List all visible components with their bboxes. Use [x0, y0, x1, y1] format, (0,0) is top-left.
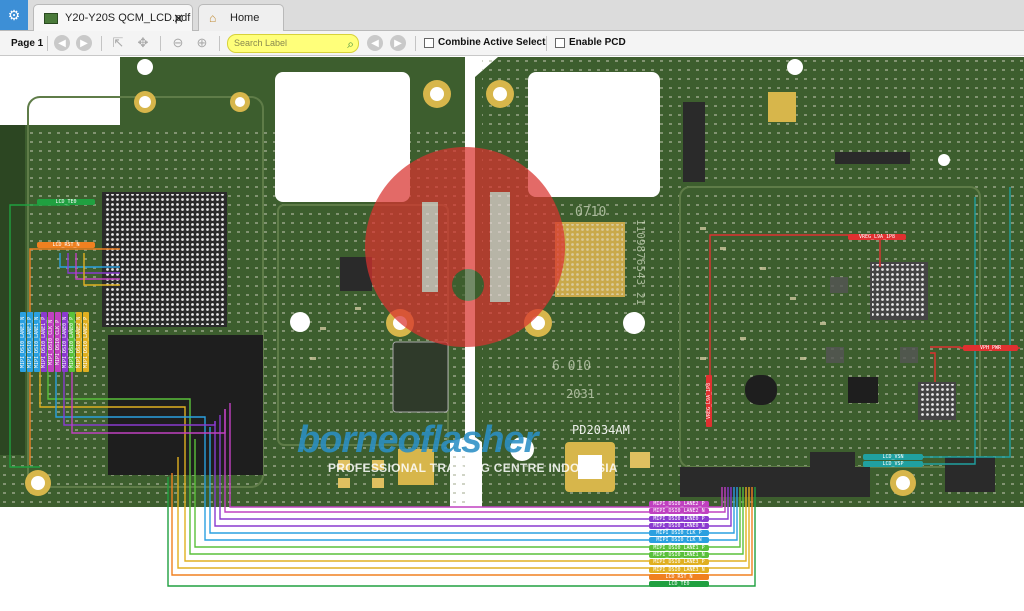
vlabel-lane1-p[interactable]: MIPI_DSI0_LANE1_P [41, 312, 47, 372]
forward-icon[interactable]: ▶ [76, 35, 92, 51]
sliders-icon: ⚙ [7, 6, 21, 23]
app-menu-button[interactable]: ⚙ [0, 0, 28, 30]
net-label-lane3-p[interactable]: MIPI_DSI0_LANE3_P [649, 559, 709, 566]
silkscreen-2031: 2031 [566, 387, 595, 401]
vlabel-lane0-n[interactable]: MIPI_DSI0_LANE0_N [62, 312, 68, 372]
vlabel-lane2-p[interactable]: MIPI_DSI0_LANE2_P [83, 312, 89, 372]
next-result-icon[interactable]: ▶ [390, 35, 406, 51]
mount-hole [290, 312, 310, 332]
camera-cutout [528, 72, 660, 197]
bottom-label-stack: MIPI_DSI0_LANE2_P MIPI_DSI0_LANE2_N MIPI… [649, 501, 709, 589]
combine-label: Combine Active Select [438, 37, 546, 48]
vlabel-clk-p[interactable]: MIPI_DSI0_CLK_P [55, 312, 61, 372]
net-label-lane1-p[interactable]: MIPI_DSI0_LANE1_P [649, 544, 709, 551]
left-edge-strip [0, 125, 25, 455]
vlabel-lane1-n[interactable]: MIPI_DSI0_LANE1_N [34, 312, 40, 372]
pcb-board-drawing [0, 57, 1024, 587]
mount-hole [623, 312, 645, 334]
net-label-clk-p[interactable]: MIPI_DSI0_CLK_P [649, 530, 709, 537]
tab-home-label: Home [230, 12, 260, 24]
toolbar-separator [160, 36, 161, 51]
home-icon: ⌂ [209, 10, 217, 25]
checkbox-box[interactable] [424, 37, 434, 48]
vlabel-lane3-n[interactable]: MIPI_DSI0_LANE3_N [20, 312, 26, 372]
tab-bar: ⚙ Y20-Y20S QCM_LCD.pdf ✕ ⌂ Home [0, 0, 1024, 31]
close-icon[interactable]: ✕ [173, 11, 184, 27]
watermark-subtitle: PROFESSIONAL TRAINING CENTRE INDONESIA [328, 461, 618, 475]
toolbar-separator [415, 36, 416, 51]
page-label: Page 1 [11, 38, 44, 49]
net-label-vreg-l9a[interactable]: VREG_L9A_1P8 [848, 234, 906, 240]
zoom-in-icon[interactable]: ⊕ [194, 35, 210, 51]
previous-result-icon[interactable]: ◀ [367, 35, 383, 51]
search-icon[interactable]: ⌕ [347, 36, 354, 53]
silkscreen-0710: 0710 [575, 205, 607, 220]
silkscreen-6010: 6 010 [552, 359, 592, 374]
connector-block [392, 341, 449, 413]
export-icon[interactable]: ⇱ [110, 35, 126, 51]
tab-home[interactable]: ⌂ Home [198, 4, 284, 31]
pcb-file-icon [44, 12, 58, 24]
net-label-clk-n[interactable]: MIPI_DSI0_CLK_N [649, 537, 709, 544]
silkscreen-board-id: PD2034AM [572, 423, 630, 437]
combine-active-select-checkbox[interactable]: Combine Active Select [424, 37, 545, 48]
toolbar-separator [47, 36, 48, 51]
toolbar: Page 1 ◀ ▶ ⇱ ✥ ⊖ ⊕ Search Label ⌕ ◀ ▶ Co… [0, 31, 1024, 56]
vlabel-vreg-l9a[interactable]: VREG_L9A_1P8 [706, 375, 712, 427]
enable-pcd-checkbox[interactable]: Enable PCD [555, 37, 626, 48]
net-label-lane2-p[interactable]: MIPI_DSI0_LANE2_P [649, 501, 709, 507]
tab-document[interactable]: Y20-Y20S QCM_LCD.pdf ✕ [33, 4, 193, 31]
silkscreen-serial: 1109876543 21 [634, 219, 647, 306]
net-label-lane1-n[interactable]: MIPI_DSI0_LANE1_N [649, 552, 709, 559]
vlabel-lane0-p[interactable]: MIPI_DSI0_LANE0_P [69, 312, 75, 372]
pcb-canvas[interactable]: 0710 1109876543 21 6 010 2031 PD2034AM b… [0, 57, 1024, 611]
net-label-lane3-n[interactable]: MIPI_DSI0_LANE3_N [649, 566, 709, 573]
tab-document-label: Y20-Y20S QCM_LCD.pdf [65, 12, 191, 24]
net-label-lcd-rst-n-bottom[interactable]: LCD_RST_N [649, 573, 709, 580]
zoom-out-icon[interactable]: ⊖ [170, 35, 186, 51]
move-icon[interactable]: ✥ [135, 35, 151, 51]
search-placeholder: Search Label [234, 38, 288, 48]
net-label-lcd-vsn[interactable]: LCD_VSN [863, 454, 923, 460]
search-input[interactable]: Search Label ⌕ [227, 34, 359, 53]
connector [945, 457, 995, 492]
connector [835, 152, 910, 164]
net-label-lane0-p[interactable]: MIPI_DSI0_LANE0_P [649, 515, 709, 522]
enable-pcd-label: Enable PCD [569, 37, 626, 48]
back-icon[interactable]: ◀ [54, 35, 70, 51]
net-label-lcd-vsp[interactable]: LCD_VSP [863, 461, 923, 467]
net-label-lcd-te0-bottom[interactable]: LCD_TE0 [649, 581, 709, 588]
vlabel-lane2-n[interactable]: MIPI_DSI0_LANE2_N [76, 312, 82, 372]
net-label-lcd-te0[interactable]: LCD_TE0 [37, 199, 95, 205]
inductor [745, 375, 777, 405]
pad-square [768, 92, 796, 122]
watermark-title: borneoflasher [297, 419, 538, 461]
connector [683, 102, 705, 182]
vlabel-lane3-p[interactable]: MIPI_DSI0_LANE3_P [27, 312, 33, 372]
net-label-vph-pwr[interactable]: VPH_PWR [963, 345, 1018, 351]
toolbar-separator [546, 36, 547, 51]
toolbar-separator [219, 36, 220, 51]
logo-circle [365, 147, 565, 347]
toolbar-separator [101, 36, 102, 51]
watermark-logo [365, 147, 565, 347]
net-label-lcd-rst-n[interactable]: LCD_RST_N [37, 242, 95, 248]
ic-chip [848, 377, 878, 403]
vlabel-clk-n[interactable]: MIPI_DSI0_CLK_N [48, 312, 54, 372]
net-label-lane0-n[interactable]: MIPI_DSI0_LANE0_N [649, 522, 709, 529]
net-label-lane2-n[interactable]: MIPI_DSI0_LANE2_N [649, 508, 709, 515]
checkbox-box[interactable] [555, 37, 565, 48]
soc-bga-balls [104, 194, 225, 325]
